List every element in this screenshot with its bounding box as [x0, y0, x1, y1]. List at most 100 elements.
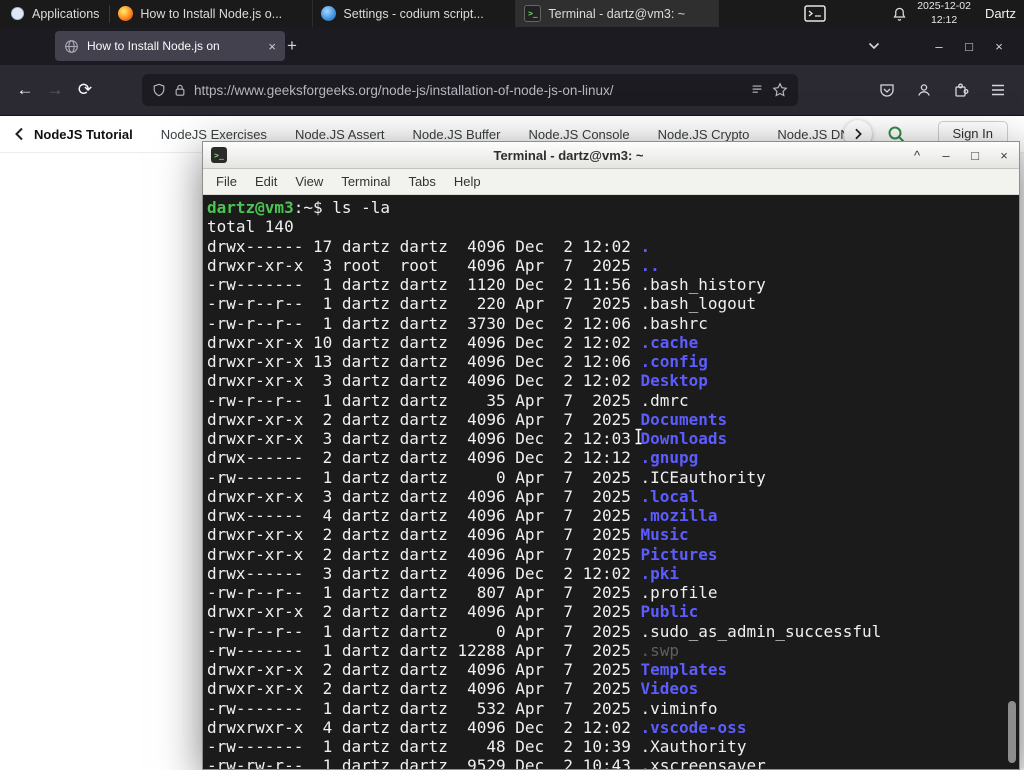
taskbar-button-codium[interactable]: Settings - codium script...: [313, 0, 517, 27]
ls-columns: -rw------- 1 dartz dartz 12288 Apr 7 202…: [207, 640, 641, 660]
terminal-titlebar[interactable]: >_ Terminal - dartz@vm3: ~ ^ – □ ×: [203, 142, 1019, 169]
terminal-output-line: drwxr-xr-x 13 dartz dartz 4096 Dec 2 12:…: [207, 352, 1019, 371]
lock-icon[interactable]: [174, 83, 186, 97]
terminal-scrollbar-thumb[interactable]: [1008, 701, 1016, 763]
nav-back-chevron-icon[interactable]: [14, 127, 24, 141]
url-bar[interactable]: https://www.geeksforgeeks.org/node-js/in…: [142, 74, 798, 106]
terminal-output-line: -rw------- 1 dartz dartz 0 Apr 7 2025 .I…: [207, 468, 1019, 487]
browser-tab[interactable]: How to Install Node.js on ×: [55, 31, 285, 61]
terminal-output-line: -rw------- 1 dartz dartz 48 Dec 2 10:39 …: [207, 737, 1019, 756]
bookmark-star-icon[interactable]: [772, 82, 788, 98]
window-maximize-button[interactable]: □: [954, 39, 984, 54]
taskbar: How to Install Node.js o... Settings - co…: [110, 0, 720, 27]
terminal-output-line: -rw------- 1 dartz dartz 1120 Dec 2 11:5…: [207, 275, 1019, 294]
ls-columns: -rw-r--r-- 1 dartz dartz 807 Apr 7 2025: [207, 583, 641, 602]
terminal-output-line: drwxr-xr-x 2 dartz dartz 4096 Apr 7 2025…: [207, 545, 1019, 564]
session-user-menu[interactable]: Dartz: [985, 6, 1016, 21]
navigation-toolbar: ← → ⟳ https://www.geeksforgeeks.org/node…: [0, 65, 1024, 116]
terminal-menu-terminal[interactable]: Terminal: [332, 174, 399, 189]
tray-terminal-icon[interactable]: [804, 5, 826, 22]
terminal-menubar: File Edit View Terminal Tabs Help: [203, 169, 1019, 195]
ls-columns: -rw-r--r-- 1 dartz dartz 220 Apr 7 2025: [207, 294, 641, 314]
ls-columns: -rw------- 1 dartz dartz 532 Apr 7 2025: [207, 698, 641, 718]
url-text[interactable]: https://www.geeksforgeeks.org/node-js/in…: [194, 83, 742, 98]
terminal-output-line: drwxr-xr-x 3 dartz dartz 4096 Apr 7 2025…: [207, 487, 1019, 506]
terminal-window: >_ Terminal - dartz@vm3: ~ ^ – □ × File E…: [202, 141, 1020, 770]
ls-filename: .vscode-oss: [640, 717, 747, 737]
ls-columns: drwxr-xr-x 3 root root 4096 Apr 7 2025: [207, 255, 641, 275]
terminal-maximize-button[interactable]: □: [968, 148, 982, 163]
terminal-close-button[interactable]: ×: [997, 148, 1011, 163]
tracking-protection-shield-icon[interactable]: [152, 83, 166, 97]
gfg-nav-item[interactable]: Node.JS Crypto: [658, 127, 750, 142]
ls-filename: .Xauthority: [640, 737, 747, 756]
terminal-output-line: drwx------ 4 dartz dartz 4096 Apr 7 2025…: [207, 506, 1019, 525]
taskbar-button-terminal[interactable]: >_ Terminal - dartz@vm3: ~: [516, 0, 720, 27]
taskbar-button-label: Settings - codium script...: [343, 6, 484, 21]
pocket-icon[interactable]: [879, 82, 895, 98]
ls-columns: drwxr-xr-x 2 dartz dartz 4096 Apr 7 2025: [207, 409, 641, 429]
ls-filename: .profile: [640, 583, 718, 602]
tab-favicon-globe-icon: [65, 39, 78, 53]
gfg-nav-item[interactable]: Node.JS DNS: [777, 127, 850, 142]
new-tab-button[interactable]: +: [280, 34, 304, 58]
ls-filename: .bashrc: [640, 313, 708, 333]
notifications-bell-icon[interactable]: [892, 6, 907, 22]
terminal-prompt-line: dartz@vm3:~$ ls -la: [207, 198, 1019, 217]
tab-close-icon[interactable]: ×: [268, 39, 276, 54]
menu-hamburger-icon[interactable]: [990, 83, 1006, 97]
gfg-nav-item[interactable]: Node.JS Buffer: [413, 127, 501, 142]
taskbar-button-firefox[interactable]: How to Install Node.js o...: [110, 0, 314, 27]
ls-filename: Public: [640, 602, 699, 622]
terminal-output-line: -rw-r--r-- 1 dartz dartz 35 Apr 7 2025 .…: [207, 391, 1019, 410]
terminal-output-line: drwxr-xr-x 3 dartz dartz 4096 Dec 2 12:0…: [207, 429, 1019, 448]
ls-columns: drwxr-xr-x 3 dartz dartz 4096 Dec 2 12:0…: [207, 429, 641, 448]
applications-menu-button[interactable]: Applications: [0, 0, 109, 27]
gfg-nav-item[interactable]: NodeJS Exercises: [161, 127, 267, 142]
ls-filename: .cache: [640, 332, 699, 352]
back-button[interactable]: ←: [10, 75, 40, 105]
window-close-button[interactable]: ×: [984, 39, 1014, 54]
gfg-nav: NodeJS Tutorial NodeJS Exercises Node.JS A…: [34, 127, 850, 142]
terminal-output[interactable]: dartz@vm3:~$ ls -la total 140 drwx------…: [203, 195, 1019, 769]
panel-clock[interactable]: 2025-12-02 12:12: [917, 0, 971, 26]
ls-columns: drwx------ 4 dartz dartz 4096 Apr 7 2025: [207, 506, 641, 525]
gfg-nav-item[interactable]: Node.JS Console: [528, 127, 629, 142]
terminal-output-line: -rw-r--r-- 1 dartz dartz 0 Apr 7 2025 .s…: [207, 622, 1019, 641]
gfg-nav-item[interactable]: NodeJS Tutorial: [34, 127, 133, 142]
terminal-menu-help[interactable]: Help: [445, 174, 490, 189]
window-minimize-button[interactable]: –: [924, 39, 954, 54]
terminal-output-line: drwxrwxr-x 4 dartz dartz 4096 Dec 2 12:0…: [207, 718, 1019, 737]
forward-button: →: [46, 80, 64, 99]
terminal-output-line: drwxr-xr-x 2 dartz dartz 4096 Apr 7 2025…: [207, 602, 1019, 621]
terminal-output-line: -rw------- 1 dartz dartz 12288 Apr 7 202…: [207, 641, 1019, 660]
extensions-puzzle-icon[interactable]: [953, 82, 969, 98]
ls-columns: -rw-rw-r-- 1 dartz dartz 9529 Dec 2 10:4…: [207, 756, 641, 769]
terminal-output-line: drwx------ 3 dartz dartz 4096 Dec 2 12:0…: [207, 564, 1019, 583]
gfg-nav-item[interactable]: Node.JS Assert: [295, 127, 385, 142]
reader-mode-icon[interactable]: [750, 83, 764, 97]
terminal-output-line: drwx------ 2 dartz dartz 4096 Dec 2 12:1…: [207, 448, 1019, 467]
ls-filename: .mozilla: [640, 506, 718, 525]
ls-columns: -rw-r--r-- 1 dartz dartz 0 Apr 7 2025: [207, 621, 641, 641]
account-icon[interactable]: [916, 82, 932, 98]
reload-button[interactable]: ⟳: [70, 75, 100, 105]
ls-columns: -rw-r--r-- 1 dartz dartz 35 Apr 7 2025: [207, 390, 641, 410]
ls-filename: .viminfo: [640, 698, 718, 718]
terminal-minimize-button[interactable]: –: [939, 148, 953, 163]
typed-command: ls -la: [332, 198, 391, 217]
terminal-icon: >_: [211, 147, 227, 163]
terminal-menu-tabs[interactable]: Tabs: [399, 174, 444, 189]
terminal-menu-view[interactable]: View: [286, 174, 332, 189]
ls-columns: -rw-r--r-- 1 dartz dartz 3730 Dec 2 12:0…: [207, 313, 641, 333]
ls-filename: .gnupg: [640, 448, 699, 468]
ls-filename: ..: [640, 255, 660, 275]
list-tabs-chevron-icon[interactable]: [868, 42, 880, 50]
terminal-menu-file[interactable]: File: [207, 174, 246, 189]
clock-time: 12:12: [930, 13, 958, 26]
terminal-menu-edit[interactable]: Edit: [246, 174, 286, 189]
terminal-shade-button[interactable]: ^: [910, 148, 924, 163]
terminal-window-controls: ^ – □ ×: [910, 148, 1011, 163]
terminal-output-line: drwxr-xr-x 2 dartz dartz 4096 Apr 7 2025…: [207, 660, 1019, 679]
terminal-output-line: drwxr-xr-x 3 dartz dartz 4096 Dec 2 12:0…: [207, 371, 1019, 390]
